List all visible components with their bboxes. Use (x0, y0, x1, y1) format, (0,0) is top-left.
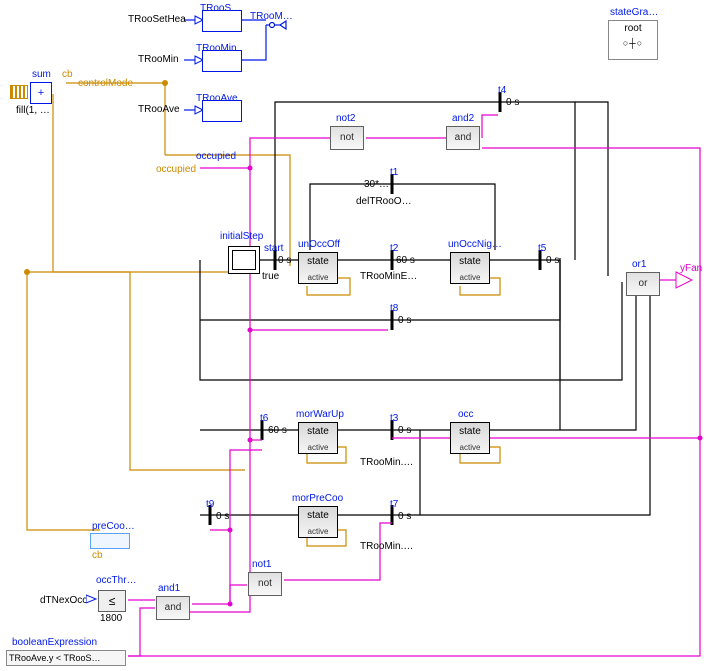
not2-block: not (330, 126, 364, 150)
controlmode-label: controlMode (78, 79, 133, 89)
t1-label: t1 (390, 168, 398, 178)
t3-label: t3 (390, 414, 398, 424)
initialstep-block (228, 246, 260, 274)
morwarup-label: morWarUp (296, 410, 344, 420)
start-true: true (262, 272, 279, 282)
occ-label: occ (458, 410, 474, 420)
fill-label: fill(1, … (16, 106, 50, 116)
troom-out-label: TRooM… (250, 12, 293, 22)
occupied-bot-label: occupied (156, 165, 196, 175)
t2-label: t2 (390, 244, 398, 254)
stategraph-label: stateGra… (610, 8, 658, 18)
boolexpr-label: booleanExpression (12, 638, 97, 648)
unoccnig-block: state active (450, 252, 490, 284)
cb2-label: cb (92, 551, 103, 561)
start-time: 0 s (278, 256, 291, 266)
t3-troomin: TRooMin.… (360, 458, 413, 468)
morprecoo-active: active (299, 527, 337, 536)
boolexpr-block: TRooAve.y < TRooS… (6, 650, 126, 666)
dtnexocc-label: dTNexOcc (40, 596, 87, 606)
unoccnig-active: active (451, 273, 489, 282)
cb-label: cb (62, 70, 73, 80)
sum-label: sum (32, 70, 51, 80)
troomin-in-label: TRooMin (138, 55, 179, 65)
occ-block: state active (450, 422, 490, 454)
and1-block: and (156, 596, 190, 620)
t4-label: t4 (498, 86, 506, 96)
troosethea-label: TRooSetHea (128, 15, 186, 25)
t4-time: 0 s (506, 98, 519, 108)
occ-active: active (451, 443, 489, 452)
t8-time: 0 s (398, 316, 411, 326)
t5-time: 0 s (546, 256, 559, 266)
t9-label: t9 (206, 500, 214, 510)
trooave-block (202, 100, 242, 122)
troos-block (202, 10, 242, 32)
stategraph-root: root (609, 23, 657, 34)
unoccoff-label: unOccOff (298, 240, 340, 250)
trooave-in-label: TRooAve (138, 105, 180, 115)
morwarup-state: state (307, 426, 329, 437)
t2-time: 60 s (396, 256, 415, 266)
deltroo-label: delTRooO… (356, 197, 412, 207)
yfan-label: yFan (680, 264, 702, 274)
troomine-label: TRooMinE… (360, 272, 417, 282)
occ-state: state (459, 426, 481, 437)
precoo-block (90, 533, 130, 549)
bus-connector-icon (10, 85, 28, 99)
t6-time: 60 s (268, 426, 287, 436)
not1-block: not (248, 572, 282, 596)
leq-val: 1800 (100, 614, 122, 624)
t8-label: t8 (390, 304, 398, 314)
morprecoo-label: morPreCoo (292, 494, 343, 504)
t7-label: t7 (390, 500, 398, 510)
t7-troomin: TRooMin.… (360, 542, 413, 552)
or1-label: or1 (632, 260, 646, 270)
or1-block: or (626, 272, 660, 296)
t6-label: t6 (260, 414, 268, 424)
and2-label: and2 (452, 114, 474, 124)
unoccoff-block: state active (298, 252, 338, 284)
unoccoff-state: state (307, 256, 329, 267)
and2-block: and (446, 126, 480, 150)
precoo-label: preCoo… (92, 522, 135, 532)
leq-block: ≤ (98, 590, 126, 612)
start-label: start (264, 244, 283, 254)
initialstep-label: initialStep (220, 232, 263, 242)
diagram-wiring (0, 0, 714, 671)
troomin-block (202, 50, 242, 72)
unoccoff-active: active (299, 273, 337, 282)
unoccnig-label: unOccNig… (448, 240, 502, 250)
morprecoo-state: state (307, 510, 329, 521)
t9-time: 0 s (216, 512, 229, 522)
t3-time: 0 s (398, 426, 411, 436)
t1-note: 30*… (364, 180, 389, 190)
not1-label: not1 (252, 560, 271, 570)
t5-label: t5 (538, 244, 546, 254)
not2-label: not2 (336, 114, 355, 124)
and1-label: and1 (158, 584, 180, 594)
stategraph-box: root ○┼○ (608, 20, 658, 60)
morprecoo-block: state active (298, 506, 338, 538)
sum-block: + (30, 82, 52, 104)
triangle-icon (86, 592, 100, 606)
morwarup-block: state active (298, 422, 338, 454)
t7-time: 0 s (398, 512, 411, 522)
occthr-label: occThr… (96, 576, 137, 586)
morwarup-active: active (299, 443, 337, 452)
occupied-top-label: occupied (196, 152, 236, 162)
unoccnig-state: state (459, 256, 481, 267)
stategraph-seq: ○┼○ (609, 38, 657, 48)
